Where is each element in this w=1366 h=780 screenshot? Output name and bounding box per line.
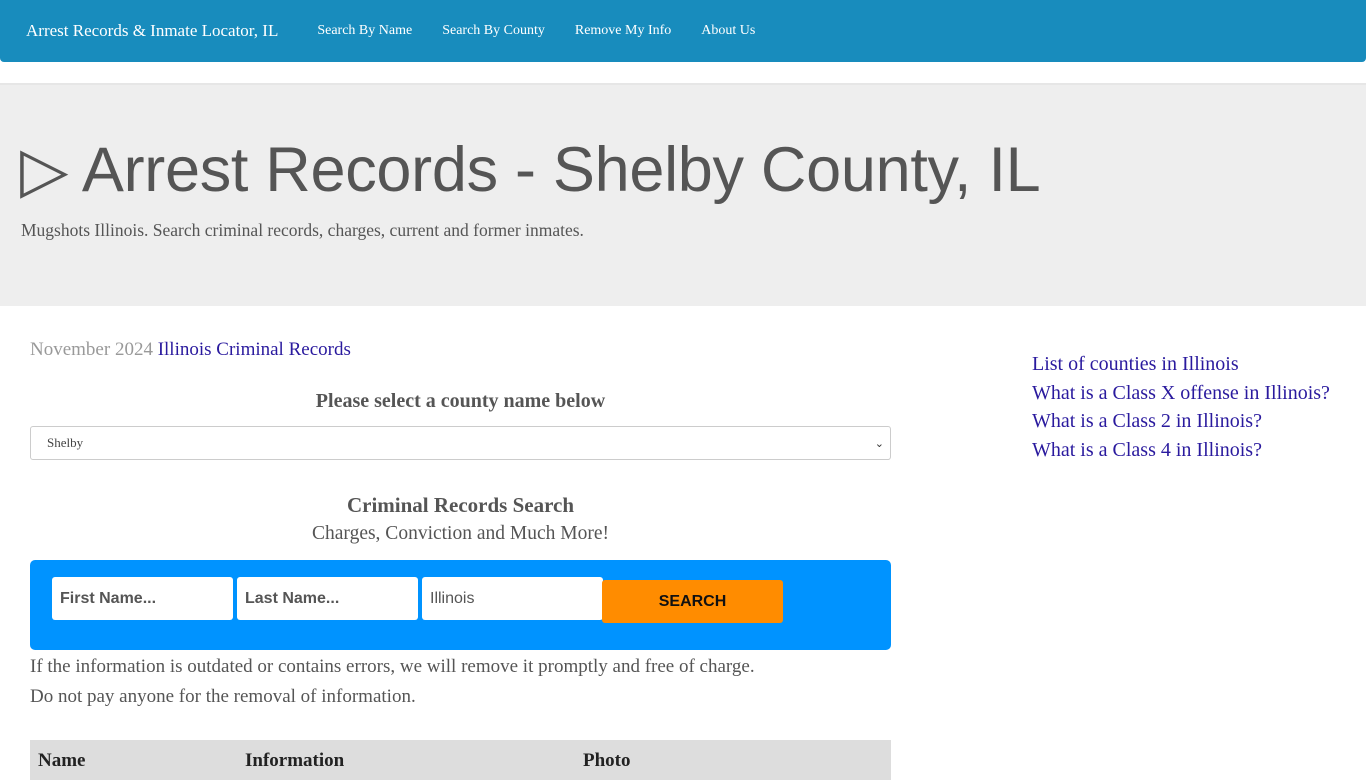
sidebar-links: List of counties in Illinois What is a C…: [1032, 350, 1332, 464]
county-select-value: Shelby: [47, 435, 84, 450]
nav-links: Search By Name Search By County Remove M…: [317, 23, 785, 39]
notice-line: Do not pay anyone for the removal of inf…: [30, 686, 416, 707]
county-select[interactable]: Shelby ⌄: [30, 426, 891, 460]
illinois-criminal-records-link[interactable]: Illinois Criminal Records: [158, 339, 351, 360]
page-title: ▷ Arrest Records - Shelby County, IL: [20, 135, 1041, 205]
sidebar-link-counties[interactable]: List of counties in Illinois: [1032, 350, 1332, 379]
notice-line: If the information is outdated or contai…: [30, 656, 755, 677]
dateline: November 2024 Illinois Criminal Records: [30, 339, 351, 361]
search-heading: Criminal Records Search: [346, 493, 575, 517]
search-button[interactable]: SEARCH: [602, 580, 783, 623]
search-form: SEARCH: [30, 560, 891, 650]
nav-about-us[interactable]: About Us: [701, 23, 755, 39]
search-subheading: Charges, Conviction and Much More!: [312, 523, 609, 544]
date-label: November 2024: [30, 339, 153, 360]
nav-search-by-name[interactable]: Search By Name: [317, 23, 412, 39]
top-navbar: Arrest Records & Inmate Locator, IL Sear…: [0, 0, 1366, 62]
nav-search-by-county[interactable]: Search By County: [442, 23, 545, 39]
sidebar-link-class-x[interactable]: What is a Class X offense in Illinois?: [1032, 379, 1332, 408]
hero-banner: ▷ Arrest Records - Shelby County, IL Mug…: [0, 83, 1366, 306]
column-header-name: Name: [38, 750, 86, 771]
sidebar-link-class-2[interactable]: What is a Class 2 in Illinois?: [1032, 407, 1332, 436]
site-brand-link[interactable]: Arrest Records & Inmate Locator, IL: [26, 21, 278, 41]
chevron-down-icon: ⌄: [874, 437, 884, 450]
removal-notice: If the information is outdated or contai…: [30, 652, 910, 712]
column-header-information: Information: [245, 750, 345, 771]
column-header-photo: Photo: [583, 750, 631, 771]
sidebar-link-class-4[interactable]: What is a Class 4 in Illinois?: [1032, 436, 1332, 465]
last-name-input[interactable]: [237, 577, 418, 620]
nav-remove-my-info[interactable]: Remove My Info: [575, 23, 671, 39]
state-input[interactable]: [422, 577, 603, 620]
records-table-header: Name Information Photo: [30, 740, 891, 780]
page-subtitle: Mugshots Illinois. Search criminal recor…: [21, 220, 584, 240]
first-name-input[interactable]: [52, 577, 233, 620]
county-select-heading: Please select a county name below: [315, 390, 606, 412]
